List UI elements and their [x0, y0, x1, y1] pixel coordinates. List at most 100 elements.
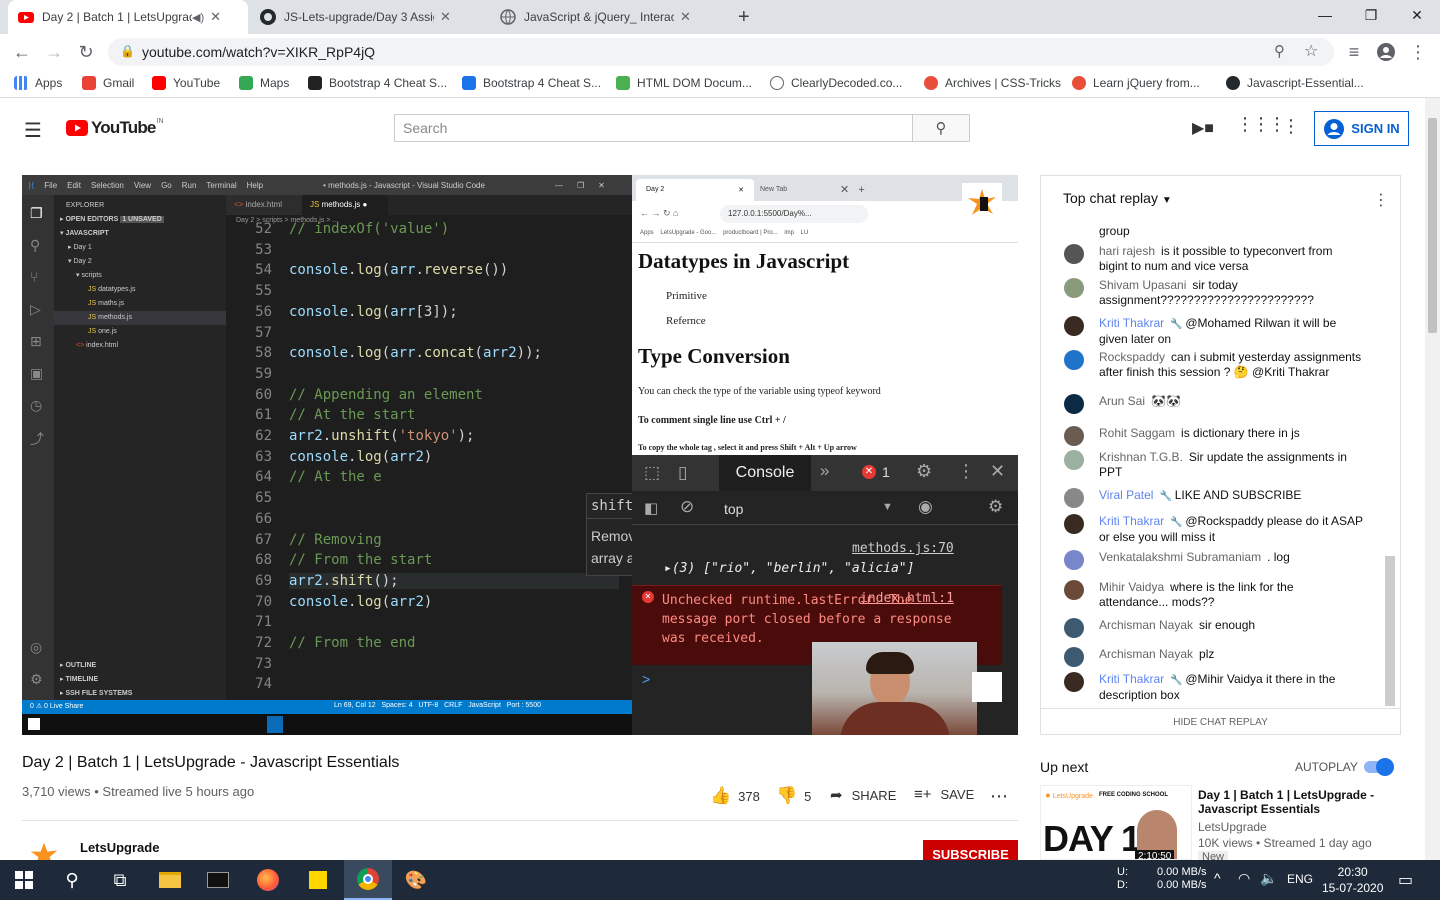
reload-button[interactable]: ↻: [72, 40, 100, 64]
vscode-editor[interactable]: <> index.html JS methods.js ● Day 2 > sc…: [226, 195, 834, 705]
channel-avatar[interactable]: [22, 834, 66, 860]
language-indicator[interactable]: ENG: [1287, 872, 1313, 886]
more-actions-icon[interactable]: ⋯: [990, 786, 1008, 807]
extensions-icon[interactable]: ⊞: [30, 333, 42, 350]
avatar[interactable]: [1064, 426, 1084, 446]
vs-close-icon[interactable]: ✕: [598, 181, 605, 190]
autoplay-toggle[interactable]: [1362, 758, 1394, 776]
bookmark-bootstrap-2[interactable]: Bootstrap 4 Cheat S...: [462, 76, 601, 90]
close-window-button[interactable]: ✕: [1394, 0, 1440, 30]
search-input[interactable]: Search: [394, 114, 914, 142]
tab-github[interactable]: JS-Lets-upgrade/Day 3 Assignme ✕: [250, 0, 490, 34]
wifi-icon[interactable]: ◠: [1238, 870, 1250, 887]
bookmark-youtube[interactable]: YouTube: [152, 76, 220, 90]
chrome-button[interactable]: [344, 860, 392, 900]
avatar[interactable]: [1064, 618, 1084, 638]
notifications-icon[interactable]: ▭: [1398, 870, 1413, 890]
avatar[interactable]: [1064, 647, 1084, 667]
up-next-title[interactable]: Day 1 | Batch 1 | LetsUpgrade - Javascri…: [1198, 788, 1398, 816]
menu-selection[interactable]: Selection: [91, 181, 124, 190]
chat-author[interactable]: Shivam Upasani: [1099, 278, 1186, 292]
bookmark-html-dom[interactable]: HTML DOM Docum...: [616, 76, 752, 90]
clock[interactable]: 20:30 15-07-2020: [1322, 864, 1383, 896]
chat-author[interactable]: Mihir Vaidya: [1099, 580, 1164, 594]
hide-chat-replay-button[interactable]: HIDE CHAT REPLAY: [1041, 708, 1400, 735]
vs-minimize-icon[interactable]: —: [555, 181, 563, 190]
chat-more-icon[interactable]: ⋮: [1373, 190, 1389, 210]
chat-author[interactable]: Kriti Thakrar: [1099, 672, 1164, 686]
chat-author[interactable]: Arun Sai: [1099, 394, 1145, 408]
accounts-icon[interactable]: ◎: [30, 639, 42, 656]
hamburger-menu-icon[interactable]: ☰: [24, 118, 42, 143]
tree-folder-scripts[interactable]: ▾ scripts: [54, 269, 226, 283]
remote-explorer-icon[interactable]: ▣: [30, 365, 43, 382]
timeline-icon[interactable]: ◷: [30, 397, 42, 414]
tree-file-datatypes[interactable]: JS datatypes.js: [54, 283, 226, 297]
menu-go[interactable]: Go: [161, 181, 172, 190]
task-view-button[interactable]: ⧉: [96, 860, 144, 900]
profile-icon[interactable]: [1372, 40, 1400, 64]
search-icon[interactable]: ⚲: [30, 237, 40, 254]
forward-button[interactable]: →: [40, 40, 68, 64]
paint-button[interactable]: 🎨: [392, 860, 440, 900]
star-icon[interactable]: ☆: [1304, 41, 1318, 61]
chrome-menu-icon[interactable]: ⋮: [1404, 40, 1432, 64]
like-button[interactable]: 👍 378: [710, 786, 760, 806]
bookmark-apps[interactable]: Apps: [14, 76, 62, 90]
explorer-icon[interactable]: ❐: [30, 205, 43, 222]
avatar[interactable]: [1064, 278, 1084, 298]
address-bar[interactable]: 🔒 youtube.com/watch?v=XIKR_RpP4jQ ⚲ ☆: [108, 38, 1334, 66]
new-tab-button[interactable]: +: [738, 6, 750, 29]
outline-section[interactable]: ▸ OUTLINE: [54, 659, 96, 673]
terminal-button[interactable]: [194, 860, 242, 900]
avatar[interactable]: [1064, 672, 1084, 692]
tree-file-index[interactable]: <> index.html: [54, 339, 226, 353]
create-video-icon[interactable]: ▶■: [1192, 118, 1214, 138]
sticky-notes-button[interactable]: [294, 860, 342, 900]
avatar[interactable]: [1064, 580, 1084, 600]
close-tab-icon[interactable]: ✕: [440, 9, 451, 25]
manage-gear-icon[interactable]: ⚙: [30, 671, 43, 688]
menu-run[interactable]: Run: [182, 181, 197, 190]
bookmark-bootstrap-1[interactable]: Bootstrap 4 Cheat S...: [308, 76, 447, 90]
minimize-button[interactable]: —: [1302, 0, 1348, 30]
tab-jquery[interactable]: JavaScript & jQuery_ Interactive F ✕: [490, 0, 730, 34]
file-explorer-button[interactable]: [146, 860, 194, 900]
chat-author[interactable]: Archisman Nayak: [1099, 647, 1193, 661]
search-button[interactable]: ⚲: [912, 114, 970, 142]
menu-help[interactable]: Help: [247, 181, 263, 190]
bookmark-maps[interactable]: Maps: [239, 76, 289, 90]
bookmark-learn-jquery[interactable]: Learn jQuery from...: [1072, 76, 1200, 90]
editor-tab-index[interactable]: <> index.html: [226, 195, 302, 215]
avatar[interactable]: [1064, 514, 1084, 534]
share-button[interactable]: ➦ SHARE: [830, 786, 896, 804]
close-tab-icon[interactable]: ✕: [680, 9, 691, 25]
source-control-icon[interactable]: ⑂: [30, 269, 38, 285]
chat-author[interactable]: Krishnan T.G.B.: [1099, 450, 1183, 464]
chat-author[interactable]: Venkatalakshmi Subramaniam: [1099, 550, 1261, 564]
save-button[interactable]: ≡+ SAVE: [914, 786, 974, 803]
close-tab-icon[interactable]: ✕: [210, 9, 221, 25]
menu-file[interactable]: File: [44, 181, 57, 190]
avatar[interactable]: [1064, 450, 1084, 470]
chat-author[interactable]: hari rajesh: [1099, 244, 1155, 258]
sign-in-button[interactable]: SIGN IN: [1314, 111, 1409, 146]
youtube-logo[interactable]: YouTube IN: [66, 118, 164, 138]
apps-grid-icon[interactable]: ⋮⋮⋮: [1236, 114, 1286, 135]
volume-icon[interactable]: 🔈: [1260, 870, 1277, 887]
live-share-icon[interactable]: ⤴: [30, 429, 44, 449]
vs-restore-icon[interactable]: ❐: [577, 181, 584, 190]
tray-chevron-icon[interactable]: ^: [1214, 870, 1221, 886]
menu-terminal[interactable]: Terminal: [206, 181, 236, 190]
windows-start-button[interactable]: [0, 860, 48, 900]
chat-mode-dropdown[interactable]: Top chat replay ▼: [1063, 190, 1172, 206]
tree-file-methods[interactable]: JS methods.js: [54, 311, 226, 325]
avatar[interactable]: [1064, 244, 1084, 264]
chat-author[interactable]: Viral Patel: [1099, 488, 1153, 502]
chat-author[interactable]: Kriti Thakrar: [1099, 514, 1164, 528]
avatar[interactable]: [1064, 316, 1084, 336]
chat-scrollbar[interactable]: [1385, 556, 1395, 706]
back-button[interactable]: ←: [8, 40, 36, 64]
timeline-section[interactable]: ▸ TIMELINE: [54, 673, 98, 687]
avatar[interactable]: [1064, 350, 1084, 370]
